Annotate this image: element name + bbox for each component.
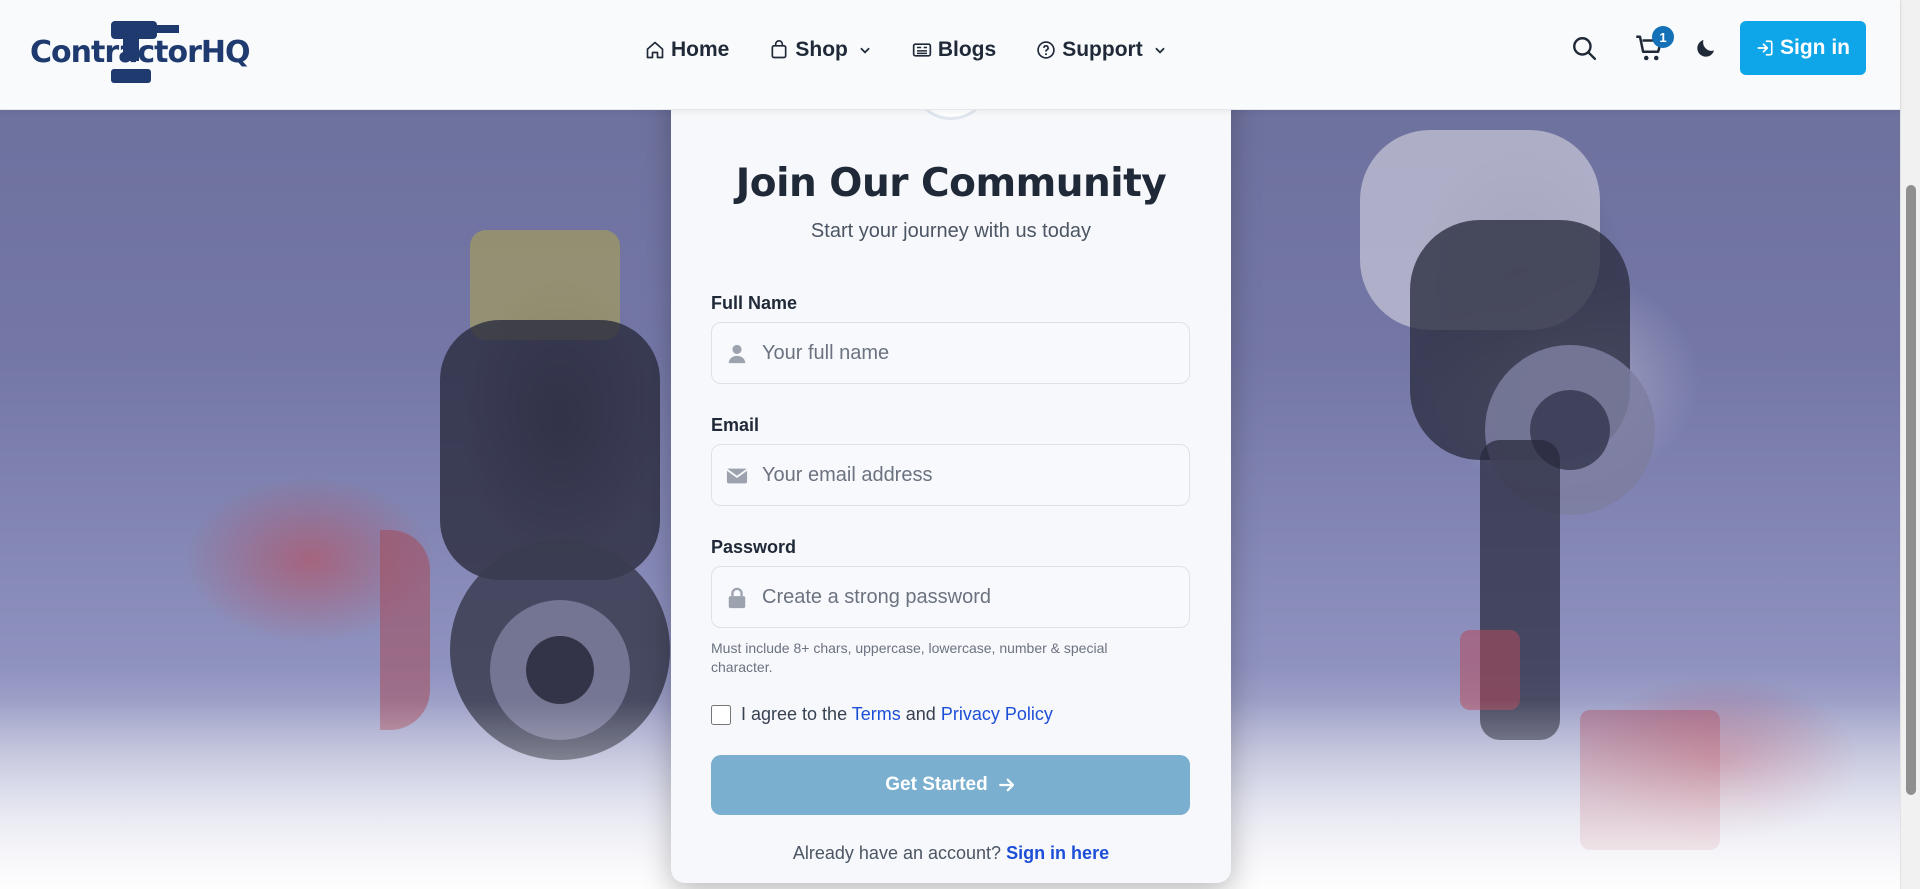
email-field[interactable]	[711, 444, 1190, 506]
get-started-button[interactable]: Get Started	[711, 755, 1190, 815]
already-text: Already have an account?	[792, 843, 1002, 863]
signup-subtitle: Start your journey with us today	[810, 220, 1092, 242]
password-field[interactable]	[711, 566, 1190, 628]
chevron-down-icon	[1154, 47, 1165, 54]
search-icon	[1573, 37, 1597, 61]
lock-icon	[728, 587, 746, 609]
password-hint: Must include 8+ chars, uppercase, lowerc…	[711, 640, 1108, 675]
sign-in-icon	[1757, 40, 1773, 56]
search-button[interactable]	[1568, 32, 1600, 64]
site-header: ContractorHQ Home Shop Blogs Support 1 S…	[0, 0, 1900, 110]
sign-in-here-link[interactable]: Sign in here	[1006, 843, 1109, 863]
terms-link[interactable]: Terms	[852, 704, 901, 724]
contractorhq-logo[interactable]: ContractorHQ	[30, 15, 251, 87]
password-label: Password	[711, 537, 797, 557]
nav-home-label: Home	[671, 38, 730, 61]
full-name-field[interactable]	[711, 322, 1190, 384]
cart-button[interactable]: 1	[1634, 26, 1674, 64]
terms-checkbox[interactable]	[711, 704, 731, 725]
nav-blogs-label: Blogs	[937, 38, 997, 61]
get-started-label: Get Started	[885, 774, 988, 795]
envelope-icon	[726, 468, 748, 484]
nav-shop-label: Shop	[795, 38, 848, 61]
main-nav: Home Shop Blogs Support	[645, 38, 1167, 62]
nav-home[interactable]: Home	[645, 38, 729, 62]
nav-support[interactable]: Support	[1036, 38, 1166, 62]
terms-and: and	[905, 704, 936, 724]
moon-icon	[1697, 40, 1714, 57]
header-sign-in-button[interactable]: Sign in	[1740, 21, 1866, 75]
signup-title: Join Our Community	[735, 161, 1167, 206]
nav-support-label: Support	[1062, 38, 1143, 61]
nav-shop[interactable]: Shop	[769, 38, 872, 62]
privacy-policy-link[interactable]: Privacy Policy	[941, 704, 1053, 724]
full-name-input[interactable]	[762, 323, 1182, 383]
email-label: Email	[711, 415, 760, 435]
signup-form: Full Name Email Password Must include 8+…	[711, 293, 1191, 864]
email-input[interactable]	[762, 445, 1182, 505]
page-scrollbar[interactable]	[1900, 0, 1920, 889]
help-circle-icon	[1037, 41, 1055, 59]
header-sign-in-label: Sign in	[1780, 36, 1850, 59]
signup-card: Join Our Community Start your journey wi…	[671, 40, 1231, 883]
already-have-account: Already have an account? Sign in here	[711, 843, 1191, 864]
logo-text: ContractorHQ	[30, 35, 251, 70]
chevron-down-icon	[860, 47, 870, 54]
terms-row: I agree to the Terms and Privacy Policy	[711, 704, 1191, 725]
terms-prefix: I agree to the	[741, 704, 848, 724]
home-icon	[646, 41, 664, 59]
nav-blogs[interactable]: Blogs	[912, 38, 996, 62]
arrow-right-icon	[998, 778, 1014, 792]
dark-mode-toggle[interactable]	[1690, 32, 1722, 64]
user-icon	[728, 344, 746, 364]
scrollbar-thumb[interactable]	[1906, 185, 1916, 795]
shopping-bag-icon	[771, 40, 787, 59]
newspaper-icon	[912, 43, 932, 57]
terms-text: I agree to the Terms and Privacy Policy	[741, 704, 1053, 725]
cart-count-badge: 1	[1652, 26, 1674, 48]
full-name-label: Full Name	[711, 293, 798, 313]
password-input[interactable]	[762, 567, 1182, 627]
